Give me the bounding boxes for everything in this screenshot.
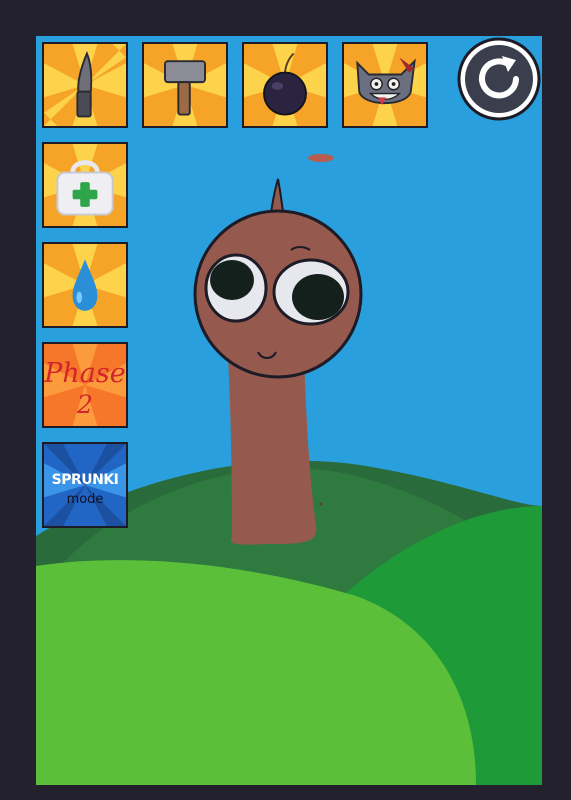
sprunki-mode-tool[interactable]: SPRUNKI mode — [42, 442, 128, 528]
hammer-icon — [144, 44, 226, 126]
game-frame: Phase 2 SPRUNKI mode — [0, 0, 571, 800]
hammer-tool[interactable] — [142, 42, 228, 128]
phase2-tool[interactable]: Phase 2 — [42, 342, 128, 428]
monster-tool[interactable] — [342, 42, 428, 128]
water-tool[interactable] — [42, 242, 128, 328]
reset-button[interactable] — [456, 36, 542, 122]
bomb-icon — [244, 44, 326, 126]
heal-tool[interactable] — [42, 142, 128, 228]
sprunki-label: SPRUNKI — [51, 472, 119, 488]
water-drop-icon — [44, 244, 126, 326]
bomb-tool[interactable] — [242, 42, 328, 128]
knife-icon — [44, 44, 126, 126]
phase-label: Phase — [44, 358, 126, 389]
first-aid-bag-icon — [44, 144, 126, 226]
floating-fragment — [308, 154, 334, 162]
knife-tool[interactable] — [42, 42, 128, 128]
game-stage[interactable]: Phase 2 SPRUNKI mode — [36, 36, 542, 785]
refresh-icon — [457, 37, 541, 121]
left-pupil — [210, 260, 254, 300]
right-pupil — [292, 274, 344, 320]
mode-label: mode — [66, 492, 104, 507]
character-body — [228, 356, 317, 545]
body-mark — [319, 502, 323, 506]
gray-cat-monster-icon — [344, 44, 426, 126]
phase-number: 2 — [77, 390, 93, 419]
